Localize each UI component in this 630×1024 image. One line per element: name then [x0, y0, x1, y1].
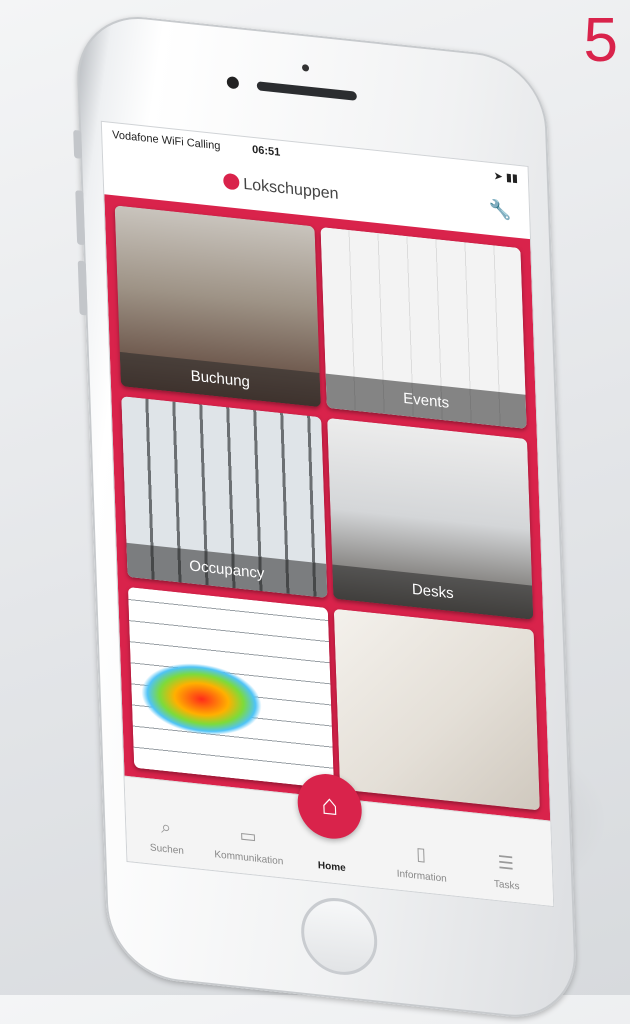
- tile-buchung[interactable]: Buchung: [114, 205, 321, 408]
- front-camera: [226, 76, 240, 90]
- search-icon: ⌕: [160, 816, 172, 838]
- tab-tasks[interactable]: ☰ Tasks: [466, 849, 547, 896]
- brand-logo: Lokschuppen: [223, 172, 339, 204]
- tile-image: [333, 608, 540, 811]
- document-icon: ▯: [415, 843, 427, 865]
- phone-body: Vodafone WiFi Calling 06:51 ➤ ▮▮ Lokschu…: [73, 10, 579, 1024]
- tile-grid: Buchung Events Occupancy Desks: [104, 194, 551, 822]
- wrench-icon[interactable]: 🔧: [488, 199, 511, 222]
- phone-mockup: Vodafone WiFi Calling 06:51 ➤ ▮▮ Lokschu…: [0, 0, 630, 1024]
- tab-label: Home: [317, 860, 346, 875]
- mute-switch: [73, 129, 83, 159]
- battery-icon: ➤ ▮▮: [493, 170, 519, 185]
- tab-label: Kommunikation: [214, 849, 284, 868]
- volume-up-button: [75, 190, 86, 246]
- tab-suchen[interactable]: ⌕ Suchen: [126, 813, 207, 860]
- proximity-sensor: [301, 63, 310, 72]
- chat-icon: ▭: [239, 824, 257, 847]
- home-icon: ⌂: [320, 788, 339, 822]
- list-icon: ☰: [497, 852, 515, 874]
- tile-heatmap[interactable]: [127, 586, 335, 789]
- logo-icon: [223, 172, 240, 191]
- tab-kommunikation[interactable]: ▭ Kommunikation: [208, 822, 289, 869]
- earpiece-speaker: [256, 81, 357, 101]
- volume-down-button: [77, 260, 88, 316]
- tab-information[interactable]: ▯ Information: [381, 840, 462, 887]
- tab-label: Suchen: [149, 842, 185, 858]
- tile-image: [127, 586, 335, 789]
- brand-name: Lokschuppen: [243, 175, 339, 203]
- app-screen: Vodafone WiFi Calling 06:51 ➤ ▮▮ Lokschu…: [100, 120, 555, 908]
- tile-desks[interactable]: Desks: [327, 417, 534, 620]
- tile-occupancy[interactable]: Occupancy: [121, 396, 328, 599]
- tab-label: Information: [396, 868, 447, 885]
- tile-events[interactable]: Events: [320, 227, 527, 429]
- home-button: [299, 894, 379, 979]
- status-time: 06:51: [251, 143, 281, 159]
- tab-label: Tasks: [493, 878, 520, 893]
- tile-interior[interactable]: [333, 608, 540, 811]
